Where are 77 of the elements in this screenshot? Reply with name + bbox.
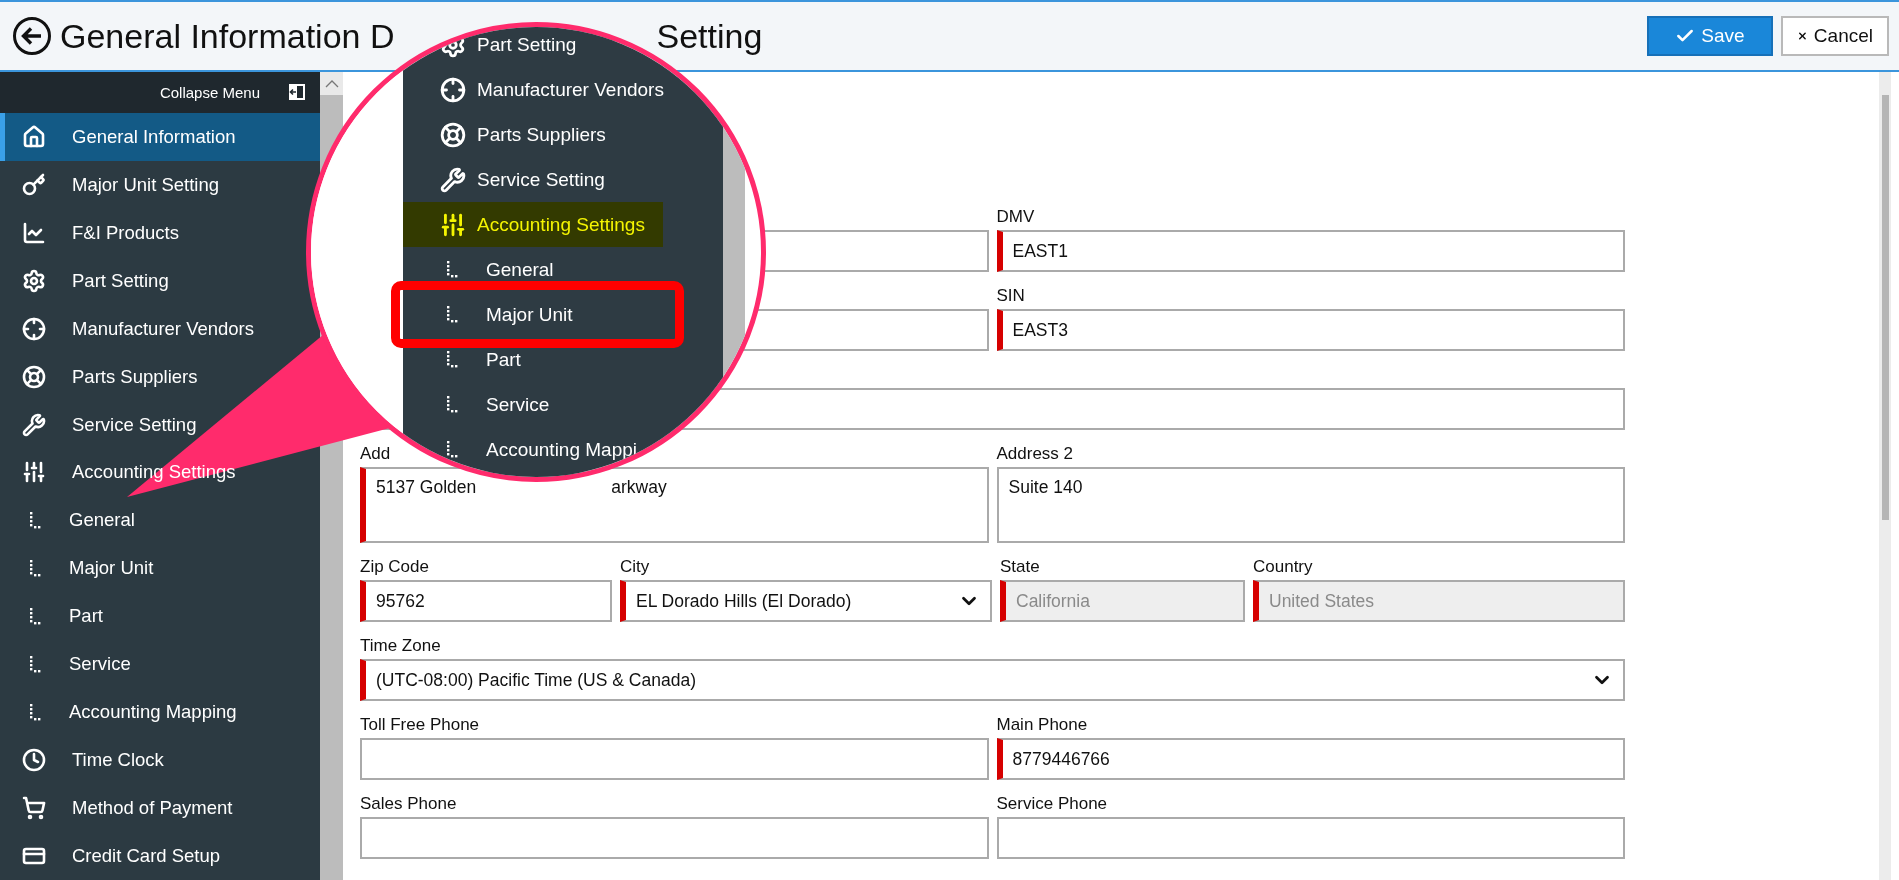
sidebar-subitem[interactable]: Major Unit xyxy=(0,544,320,593)
text-field[interactable]: 95762 xyxy=(360,580,612,622)
field-label: Sales Phone xyxy=(360,794,457,814)
menu-subitem[interactable]: Part xyxy=(403,337,527,382)
dropdown[interactable]: (UTC-08:00) Pacific Time (US & Canada) xyxy=(360,659,1625,701)
dropdown[interactable]: EL Dorado Hills (El Dorado) xyxy=(620,580,992,622)
field-label: Time Zone xyxy=(360,636,441,656)
crosshair-icon xyxy=(22,316,46,341)
tree-icon xyxy=(447,351,458,368)
field-label: Country xyxy=(1253,557,1313,577)
sidebar-item[interactable]: Part Setting xyxy=(0,256,320,305)
wrench-icon xyxy=(440,166,466,193)
sidebar-item[interactable]: Time Clock xyxy=(0,736,320,785)
tree-icon xyxy=(447,441,458,458)
tree-icon xyxy=(30,703,41,721)
field-label: Main Phone xyxy=(996,715,1088,735)
crosshair-icon xyxy=(440,76,466,103)
text-field[interactable]: EAST3 xyxy=(996,309,1625,351)
lifebuoy-icon xyxy=(22,364,46,389)
wrench-icon xyxy=(22,412,46,437)
field-label: Address 2 xyxy=(996,444,1074,464)
text-area[interactable]: Suite 140 xyxy=(996,467,1625,543)
sidebar-subitem[interactable]: General xyxy=(0,496,320,545)
save-button[interactable]: Save xyxy=(1647,16,1773,56)
sidebar-item[interactable]: General Information xyxy=(0,112,320,161)
menu-item[interactable]: Parts Suppliers xyxy=(403,112,612,157)
text-field[interactable] xyxy=(996,817,1625,859)
menu-item[interactable]: Service Setting xyxy=(403,157,611,202)
sliders-icon xyxy=(440,211,466,238)
collapse-menu-label[interactable]: Collapse Menu xyxy=(159,83,260,101)
field-label: State xyxy=(1000,557,1040,577)
home-icon xyxy=(22,124,46,149)
menu-subitem[interactable]: General xyxy=(403,247,560,292)
sidebar-item[interactable]: F&I Products xyxy=(0,208,320,257)
menu-item[interactable]: Manufacturer Vendors xyxy=(403,67,670,112)
sliders-icon xyxy=(22,460,46,485)
gear-icon xyxy=(22,268,46,293)
field-label: Service Phone xyxy=(996,794,1108,814)
field-label: Add xyxy=(360,444,391,464)
sidebar-subitem[interactable]: Accounting Mapping xyxy=(0,688,320,737)
field-label: Toll Free Phone xyxy=(360,715,480,735)
tree-icon xyxy=(447,261,458,278)
tree-icon xyxy=(30,607,41,625)
cancel-button[interactable]: Cancel xyxy=(1781,16,1889,56)
tree-icon xyxy=(30,559,41,577)
text-field[interactable] xyxy=(360,817,989,859)
text-field[interactable]: EAST1 xyxy=(996,230,1625,272)
field-label: City xyxy=(620,557,650,577)
scrollbar[interactable] xyxy=(1879,72,1891,880)
clock-icon xyxy=(22,748,46,773)
sidebar-subitem[interactable]: Part xyxy=(0,592,320,641)
sidebar-subitem[interactable]: Service xyxy=(0,640,320,689)
menu-item[interactable]: Part Setting xyxy=(403,27,583,67)
field-label: Zip Code xyxy=(360,557,429,577)
collapse-icon[interactable] xyxy=(288,83,306,102)
tree-icon xyxy=(447,306,458,323)
menu-subitem[interactable]: Service xyxy=(403,382,556,427)
tree-icon xyxy=(30,655,41,673)
sidebar-item[interactable]: Credit Card Setup xyxy=(0,832,320,880)
field-label: DMV xyxy=(996,207,1035,227)
scroll-up-icon[interactable] xyxy=(324,79,339,88)
field-label: SIN xyxy=(996,286,1025,306)
menu-subitem[interactable]: Major Unit xyxy=(403,292,675,337)
page-title: Setting xyxy=(656,16,763,56)
lifebuoy-icon xyxy=(440,121,466,148)
page-title: General Information D xyxy=(60,16,395,56)
sidebar-item[interactable]: Method of Payment xyxy=(0,784,320,832)
tree-icon xyxy=(30,511,41,529)
back-icon[interactable] xyxy=(12,16,52,56)
text-area[interactable]: 5137 Golden arkway xyxy=(360,467,989,543)
key-icon xyxy=(22,172,46,197)
menu-item[interactable]: Accounting Settings xyxy=(403,202,663,247)
cart-icon xyxy=(22,796,46,821)
text-field[interactable] xyxy=(360,738,989,780)
text-field[interactable]: 8779446766 xyxy=(996,738,1625,780)
line-chart-icon xyxy=(22,220,46,245)
tree-icon xyxy=(447,396,458,413)
